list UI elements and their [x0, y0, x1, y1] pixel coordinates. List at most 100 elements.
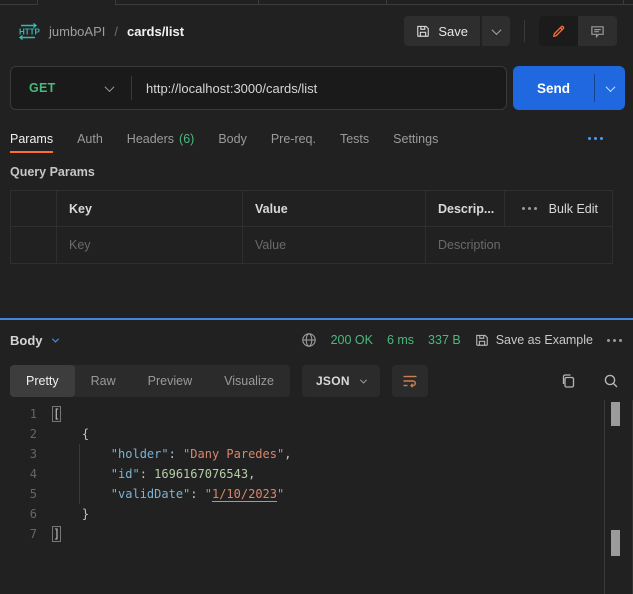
pencil-icon [551, 24, 566, 39]
key-input[interactable]: Key [57, 227, 243, 263]
save-options-chevron-button[interactable] [482, 16, 510, 46]
code-line-content: } [37, 504, 89, 524]
code-line-content: { [37, 424, 89, 444]
line-number: 2 [0, 424, 37, 444]
view-tab-raw[interactable]: Raw [75, 365, 132, 397]
view-tab-pretty[interactable]: Pretty [10, 365, 75, 397]
column-header-description: Descrip... [426, 191, 505, 226]
editor-scroll-gutter [604, 400, 633, 594]
header-divider [524, 20, 525, 42]
column-header-key: Key [57, 191, 243, 226]
tab-label: Headers [127, 132, 174, 146]
chevron-down-icon [360, 376, 367, 383]
chevron-down-icon [105, 82, 115, 92]
request-header: HTTP jumboAPI / cards/list Save [0, 5, 633, 57]
chevron-down-icon [51, 335, 58, 342]
table-actions-cell: Bulk Edit [505, 191, 612, 226]
comment-icon [590, 24, 605, 39]
tab-settings[interactable]: Settings [393, 124, 438, 153]
query-params-row: Key Value Description [11, 227, 612, 263]
send-options-chevron[interactable] [595, 66, 625, 110]
save-as-example-button[interactable]: Save as Example [475, 333, 593, 347]
tab-tests[interactable]: Tests [340, 124, 369, 153]
date-link[interactable]: 1/10/2023 [212, 487, 277, 502]
response-body-dropdown[interactable]: Body [10, 333, 58, 348]
line-number: 1 [0, 404, 37, 424]
line-number: 7 [0, 524, 37, 544]
wrap-text-icon [402, 374, 418, 388]
code-line-content: "holder": "Dany Paredes", [37, 444, 291, 464]
response-body-editor[interactable]: 1[2 {3 "holder": "Dany Paredes",4 "id": … [0, 400, 633, 594]
tab-label: Auth [77, 132, 103, 146]
globe-icon[interactable] [301, 332, 317, 348]
url-input[interactable]: http://localhost:3000/cards/list [132, 81, 506, 96]
chevron-down-icon [491, 25, 501, 35]
chevron-down-icon [605, 82, 615, 92]
format-label: JSON [316, 374, 350, 388]
query-params-title: Query Params [10, 165, 95, 179]
floppy-icon [475, 333, 489, 347]
tab-label: Body [218, 132, 247, 146]
response-view-bar: Pretty Raw Preview Visualize JSON [10, 364, 619, 398]
save-button-label: Save [438, 24, 468, 39]
view-tab-visualize[interactable]: Visualize [208, 365, 290, 397]
code-line-content: [ [37, 404, 60, 424]
value-input[interactable]: Value [243, 227, 426, 263]
edit-comment-group [539, 16, 617, 46]
tab-auth[interactable]: Auth [77, 124, 103, 153]
method-selector[interactable]: GET [11, 81, 131, 95]
tab-label: Tests [340, 132, 369, 146]
breadcrumb-separator: / [114, 24, 118, 39]
code-line-content: "id": 1696167076543, [37, 464, 255, 484]
code-line: 7] [0, 524, 633, 544]
bulk-edit-button[interactable]: Bulk Edit [549, 202, 598, 216]
column-options-icon[interactable] [522, 207, 537, 210]
code-line: 3 "holder": "Dany Paredes", [0, 444, 633, 464]
breadcrumb: HTTP jumboAPI / cards/list [16, 22, 184, 41]
response-more-options-icon[interactable] [607, 339, 622, 342]
response-size[interactable]: 337 B [428, 333, 461, 347]
http-method-icon: HTTP [16, 22, 40, 41]
response-stats: 200 OK 6 ms 337 B Save as Example [301, 332, 622, 348]
request-tabs: Params Auth Headers (6) Body Pre-req. Te… [10, 124, 623, 153]
search-icon[interactable] [603, 373, 619, 389]
code-line: 6 } [0, 504, 633, 524]
header-actions: Save [404, 16, 617, 46]
response-body-label: Body [10, 333, 43, 348]
select-all-cell[interactable] [11, 191, 57, 226]
code-lines: 1[2 {3 "holder": "Dany Paredes",4 "id": … [0, 404, 633, 544]
breadcrumb-collection[interactable]: jumboAPI [49, 24, 105, 39]
response-meta-row: Body 200 OK 6 ms 337 B Save as Example [10, 324, 622, 356]
tab-label: Params [10, 132, 53, 146]
tab-body[interactable]: Body [218, 124, 247, 153]
status-code[interactable]: 200 OK [331, 333, 373, 347]
query-params-table: Key Value Descrip... Bulk Edit Key Value… [10, 190, 613, 264]
scrollbar-thumb[interactable] [611, 402, 620, 426]
comment-button[interactable] [578, 16, 617, 46]
line-number: 6 [0, 504, 37, 524]
response-pane-resize-handle[interactable] [0, 318, 633, 320]
line-number: 5 [0, 484, 37, 504]
view-mode-segmented-control: Pretty Raw Preview Visualize [10, 365, 290, 397]
tab-headers[interactable]: Headers (6) [127, 124, 195, 153]
tab-params[interactable]: Params [10, 124, 53, 153]
view-tab-preview[interactable]: Preview [132, 365, 208, 397]
edit-button[interactable] [539, 16, 578, 46]
viewbar-tools [560, 373, 619, 389]
save-button[interactable]: Save [404, 16, 480, 46]
description-input[interactable]: Description [426, 227, 612, 263]
method-label: GET [29, 81, 56, 95]
breadcrumb-request-name[interactable]: cards/list [127, 24, 184, 39]
copy-icon[interactable] [560, 373, 576, 389]
more-options-icon[interactable] [588, 137, 603, 140]
tab-pre-request[interactable]: Pre-req. [271, 124, 316, 153]
send-button[interactable]: Send [513, 66, 625, 110]
response-time[interactable]: 6 ms [387, 333, 414, 347]
code-line-content: "validDate": "1/10/2023" [37, 484, 284, 504]
scrollbar-thumb[interactable] [611, 530, 620, 556]
floppy-icon [416, 24, 430, 38]
format-dropdown[interactable]: JSON [302, 365, 380, 397]
send-button-label: Send [513, 66, 594, 110]
row-select-cell[interactable] [11, 227, 57, 263]
wrap-text-button[interactable] [392, 365, 428, 397]
